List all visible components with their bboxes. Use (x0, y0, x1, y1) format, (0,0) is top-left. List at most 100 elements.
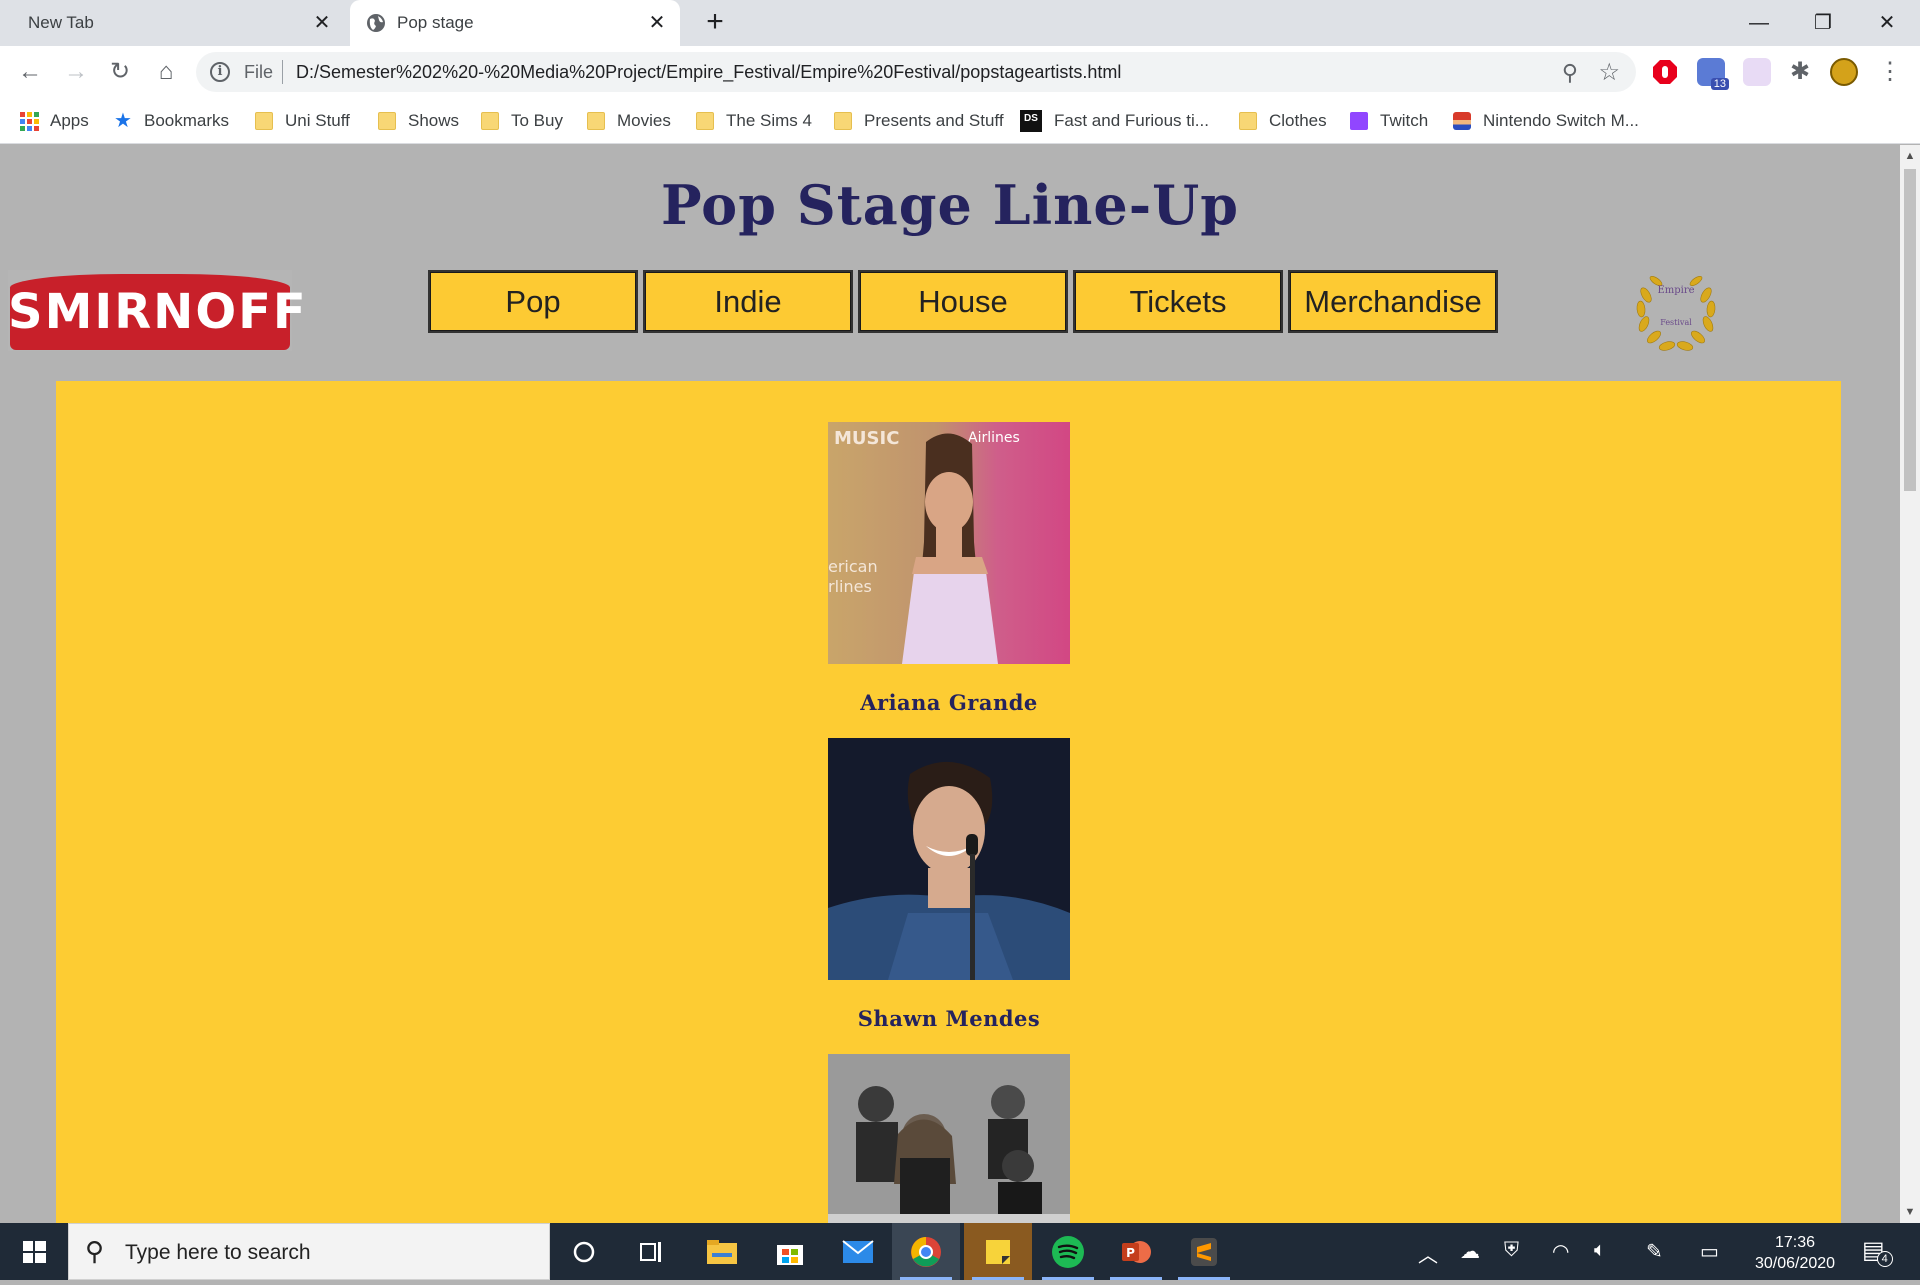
back-icon[interactable]: ← (14, 56, 46, 88)
restore-icon[interactable]: ❐ (1800, 6, 1846, 40)
powerpoint-icon[interactable]: P (1102, 1223, 1170, 1280)
bookmark-to-buy[interactable]: To Buy (481, 108, 563, 134)
taskbar-search[interactable]: ⚲ Type here to search (68, 1223, 550, 1280)
bookmark-twitch[interactable]: Twitch (1350, 108, 1428, 134)
mail-icon[interactable] (824, 1223, 892, 1280)
forward-icon[interactable]: → (60, 56, 92, 88)
tab-pop-stage[interactable]: Pop stage ✕ (350, 0, 680, 46)
bookmark-presents-and-stuff[interactable]: Presents and Stuff (834, 108, 1004, 134)
bookmark-label: Presents and Stuff (864, 111, 1004, 130)
page-scrollbar[interactable]: ▲ ▼ (1900, 145, 1920, 1223)
calendar-extension-icon[interactable]: 13 (1697, 58, 1729, 90)
search-placeholder: Type here to search (125, 1241, 311, 1264)
tab-title: New Tab (28, 13, 94, 32)
nav-indie[interactable]: Indie (643, 270, 853, 333)
url-text[interactable]: D:/Semester%202%20-%20Media%20Project/Em… (296, 62, 1121, 83)
close-window-icon[interactable]: ✕ (1864, 6, 1910, 40)
close-tab-icon[interactable]: ✕ (311, 12, 333, 34)
folder-icon (481, 112, 499, 130)
notification-count-badge: 4 (1876, 1251, 1893, 1267)
festival-logo: Empire Festival (1636, 275, 1716, 351)
twitch-icon (1350, 112, 1368, 130)
scroll-down-icon[interactable]: ▼ (1900, 1203, 1920, 1221)
input-keyboard-icon[interactable]: ▭ (1700, 1239, 1719, 1264)
cortana-icon[interactable] (550, 1223, 618, 1280)
browser-toolbar: ← → ↻ ⌂ i File D:/Semester%202%20-%20Med… (0, 46, 1920, 98)
reload-icon[interactable]: ↻ (104, 56, 136, 88)
sponsor-logo: SMIRNOFF (8, 270, 306, 351)
profile-avatar[interactable] (1830, 58, 1858, 86)
divider (282, 60, 283, 84)
home-icon[interactable]: ⌂ (150, 56, 182, 88)
start-button[interactable] (0, 1223, 68, 1280)
bookmark-the-sims-4[interactable]: The Sims 4 (696, 108, 812, 134)
clock-time: 17:36 (1774, 1234, 1816, 1251)
minimize-icon[interactable]: — (1736, 6, 1782, 40)
wifi-icon[interactable]: ◠ (1552, 1239, 1569, 1264)
svg-text:rlines: rlines (828, 577, 872, 596)
nav-house[interactable]: House (858, 270, 1068, 333)
sublime-text-icon[interactable] (1170, 1223, 1238, 1280)
volume-icon[interactable]: 🔈︎ (1594, 1239, 1606, 1262)
bookmark-label: Movies (617, 111, 671, 130)
artist-photo[interactable] (828, 1054, 1070, 1223)
bookmark-nintendo-switch[interactable]: Nintendo Switch M... (1453, 108, 1639, 134)
folder-icon (255, 112, 273, 130)
page-viewport: Pop Stage Line-Up SMIRNOFF Pop Indie Hou… (0, 145, 1900, 1223)
pen-icon[interactable]: ✎ (1646, 1239, 1663, 1264)
task-view-icon[interactable] (618, 1223, 686, 1280)
extensions-puzzle-icon[interactable]: ✱ (1786, 58, 1814, 86)
svg-text:P: P (1126, 1246, 1135, 1260)
search-icon: ⚲ (85, 1236, 105, 1266)
bookmark-fast-and-furious[interactable]: DS Fast and Furious ti... (1020, 108, 1209, 134)
taskbar: ⚲ Type here to search P ︿ ☁ ⛨ ◠ 🔈︎ ✎ ▭ 1… (0, 1223, 1920, 1280)
microsoft-store-icon[interactable] (756, 1223, 824, 1280)
globe-icon (367, 14, 385, 32)
bookmark-clothes[interactable]: Clothes (1239, 108, 1327, 134)
show-hidden-icons-chevron[interactable]: ︿ (1418, 1239, 1438, 1268)
windows-logo-icon (23, 1241, 46, 1263)
bookmark-bookmarks[interactable]: ★ Bookmarks (114, 108, 229, 134)
stage-nav: Pop Indie House Tickets Merchandise (428, 270, 1498, 333)
chrome-icon[interactable] (892, 1223, 960, 1280)
artist-photo[interactable] (828, 738, 1070, 980)
sticky-notes-icon[interactable] (964, 1223, 1032, 1280)
tab-title: Pop stage (397, 13, 474, 32)
artist-name: Shawn Mendes (857, 1006, 1041, 1031)
onedrive-icon[interactable]: ☁ (1460, 1239, 1480, 1264)
address-bar[interactable]: i File D:/Semester%202%20-%20Media%20Pro… (196, 52, 1636, 92)
bookmark-movies[interactable]: Movies (587, 108, 671, 134)
security-icon[interactable]: ⛨ (1504, 1239, 1519, 1262)
system-clock[interactable]: 17:36 30/06/2020 (1740, 1232, 1850, 1274)
nav-merchandise[interactable]: Merchandise (1288, 270, 1498, 333)
bookmark-star-icon[interactable]: ☆ (1598, 58, 1620, 87)
close-tab-icon[interactable]: ✕ (646, 12, 668, 34)
scroll-up-icon[interactable]: ▲ (1900, 147, 1920, 165)
bookmark-label: Uni Stuff (285, 111, 350, 130)
tab-new-tab[interactable]: New Tab ✕ (0, 0, 345, 46)
bookmark-label: Nintendo Switch M... (1483, 111, 1639, 130)
bookmark-uni-stuff[interactable]: Uni Stuff (255, 108, 350, 134)
lineup-panel: MUSIC Airlines erican rlines Ariana Gran… (56, 381, 1841, 1223)
new-tab-button[interactable]: + (700, 7, 730, 38)
nav-pop[interactable]: Pop (428, 270, 638, 333)
info-icon[interactable]: i (210, 62, 230, 82)
zoom-icon[interactable]: ⚲ (1562, 60, 1578, 86)
folder-icon (696, 112, 714, 130)
bookmark-shows[interactable]: Shows (378, 108, 459, 134)
folder-icon (587, 112, 605, 130)
nav-tickets[interactable]: Tickets (1073, 270, 1283, 333)
adblock-extension-icon[interactable] (1651, 58, 1679, 86)
scrollbar-thumb[interactable] (1904, 169, 1916, 491)
twitch-extension-icon[interactable] (1743, 58, 1771, 86)
extension-badge: 13 (1710, 78, 1729, 90)
menu-kebab-icon[interactable]: ⋮ (1876, 58, 1904, 86)
spotify-icon[interactable] (1034, 1223, 1102, 1280)
page-title: Pop Stage Line-Up (661, 173, 1239, 237)
notifications-icon[interactable]: ▤ 4 (1862, 1236, 1893, 1267)
file-explorer-icon[interactable] (688, 1223, 756, 1280)
artist-photo[interactable]: MUSIC Airlines erican rlines (828, 422, 1070, 664)
bookmark-label: Apps (50, 111, 89, 130)
bookmark-apps[interactable]: Apps (20, 108, 89, 134)
svg-text:erican: erican (828, 557, 878, 576)
